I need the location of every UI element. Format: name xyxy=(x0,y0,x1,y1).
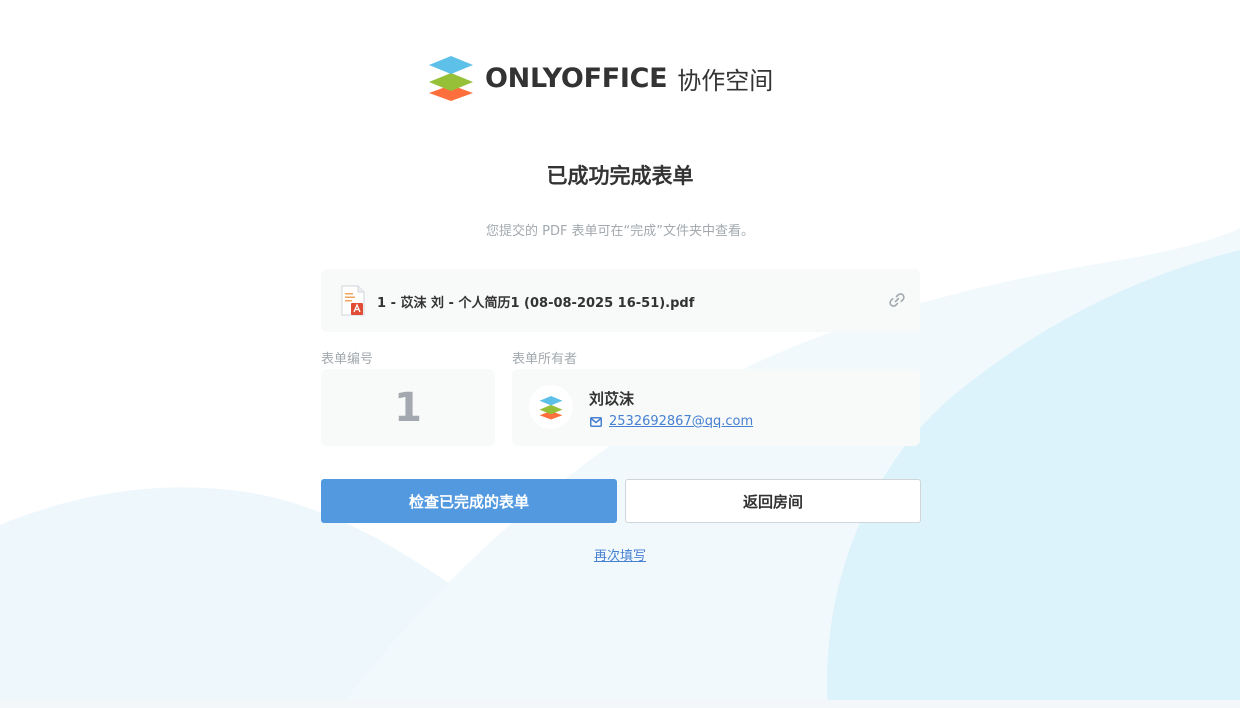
check-completed-form-button[interactable]: 检查已完成的表单 xyxy=(321,479,617,523)
form-number-label: 表单编号 xyxy=(321,352,374,367)
mail-icon xyxy=(590,416,602,427)
onlyoffice-logo-icon xyxy=(429,56,473,101)
owner-email-row: 2532692867@qq.com xyxy=(590,414,753,429)
file-card: 1 - 苡沫 刘 - 个人简历1 (08-08-2025 16-51).pdf xyxy=(321,269,920,332)
back-to-room-button[interactable]: 返回房间 xyxy=(625,479,921,523)
pdf-file-icon xyxy=(341,285,365,316)
page-subtitle: 您提交的 PDF 表单可在“完成”文件夹中查看。 xyxy=(485,224,755,239)
owner-avatar xyxy=(529,385,573,429)
logo-product-text: 协作空间 xyxy=(677,66,774,95)
refill-link[interactable]: 再次填写 xyxy=(594,549,646,564)
completion-page: ONLYOFFICE 协作空间 已成功完成表单 您提交的 PDF 表单可在“完成… xyxy=(0,0,1240,708)
owner-email-link[interactable]: 2532692867@qq.com xyxy=(609,414,753,429)
form-owner-label: 表单所有者 xyxy=(512,352,578,367)
logo-brand-text: ONLYOFFICE xyxy=(485,62,668,94)
logo: ONLYOFFICE 协作空间 xyxy=(426,54,773,102)
form-owner-card: 刘苡沫 2532692867@qq.com xyxy=(512,369,920,446)
page-title: 已成功完成表单 xyxy=(546,164,694,188)
copy-link-icon[interactable] xyxy=(888,291,906,309)
owner-name: 刘苡沫 xyxy=(589,390,635,408)
file-name: 1 - 苡沫 刘 - 个人简历1 (08-08-2025 16-51).pdf xyxy=(377,296,695,311)
form-number-value: 1 xyxy=(321,369,495,446)
onlyoffice-avatar-icon xyxy=(539,395,563,419)
refill-link-row: 再次填写 xyxy=(0,545,1240,564)
